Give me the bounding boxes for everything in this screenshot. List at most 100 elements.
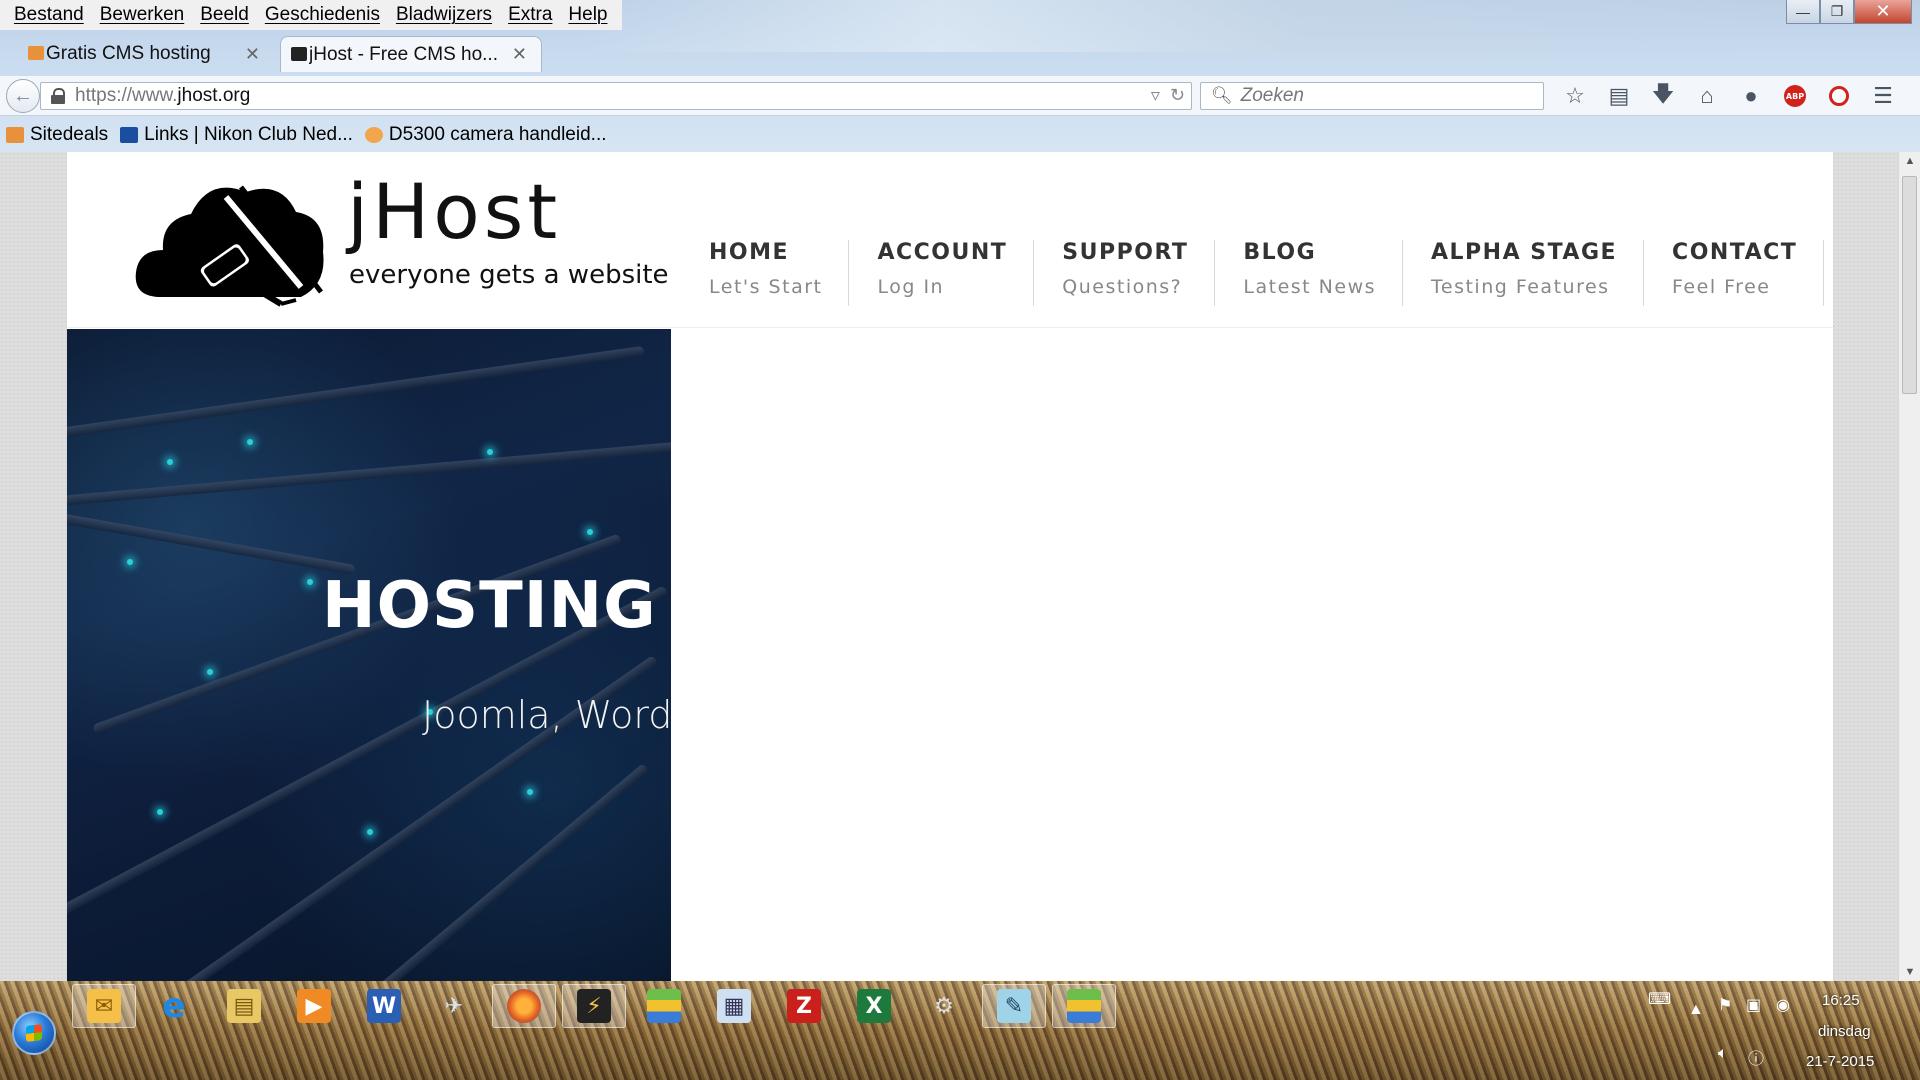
start-button[interactable] <box>12 1011 56 1055</box>
taskbar-apps: ✉ e ▤ ▶ W ✈ ⚡ ▦ Z X ⚙ ✎ <box>72 984 1116 1028</box>
bluestacks-icon[interactable] <box>632 984 696 1028</box>
lightning-app-icon[interactable]: ⚡ <box>562 984 626 1028</box>
download-icon[interactable]: 🡇 <box>1644 80 1682 112</box>
bookmark-sitedeals[interactable]: Sitedeals <box>6 124 108 146</box>
site-tagline: everyone gets a website <box>349 260 669 290</box>
nav-account[interactable]: ACCOUNT Log In <box>849 240 1035 306</box>
camera-favicon-icon <box>364 127 383 143</box>
nav-title: SUPPORT <box>1062 240 1189 265</box>
chat-icon[interactable]: ● <box>1732 80 1770 112</box>
notepad-app-icon[interactable]: ✎ <box>982 984 1046 1028</box>
network-icon[interactable]: ▣ <box>1746 995 1761 1015</box>
nav-alpha-stage[interactable]: ALPHA STAGE Testing Features <box>1403 240 1645 306</box>
browser-chrome: Bestand Bewerken Beeld Geschiedenis Blad… <box>0 0 1920 152</box>
flag-icon[interactable]: ⚑ <box>1718 995 1732 1015</box>
site-logo-title[interactable]: jHost <box>347 174 561 250</box>
nav-subtitle: Testing Features <box>1431 276 1610 298</box>
calculator-icon[interactable]: ▦ <box>702 984 766 1028</box>
toolbar-icons: ☆ ▤ 🡇 ⌂ ● ABP ☰ <box>1556 80 1902 112</box>
filezilla-icon[interactable]: Z <box>772 984 836 1028</box>
volume-icon[interactable]: 🔈︎ <box>1718 1045 1728 1063</box>
home-icon[interactable]: ⌂ <box>1688 80 1726 112</box>
bluestacks-2-icon[interactable] <box>1052 984 1116 1028</box>
sitedeals-favicon-icon <box>6 127 24 143</box>
menu-bar: Bestand Bewerken Beeld Geschiedenis Blad… <box>0 0 622 30</box>
word-icon[interactable]: W <box>352 984 416 1028</box>
hero-subtitle: Joomla, Word <box>422 693 671 737</box>
search-input[interactable]: 🔍︎ Zoeken <box>1200 82 1544 110</box>
internet-explorer-icon[interactable]: e <box>142 984 206 1028</box>
adblock-label: ABP <box>1784 85 1806 107</box>
minimize-button[interactable]: — <box>1786 0 1820 24</box>
info-icon[interactable]: ⓘ <box>1748 1045 1764 1069</box>
close-window-button[interactable]: ✕ <box>1854 0 1912 24</box>
nav-subtitle: Questions? <box>1062 276 1183 298</box>
tab-bar: Gratis CMS hosting ✕ jHost - Free CMS ho… <box>0 36 1920 102</box>
site-header: jHost everyone gets a website HOME Let's… <box>67 152 1833 328</box>
nav-home[interactable]: HOME Let's Start <box>697 240 850 306</box>
bookmark-nikon-club[interactable]: Links | Nikon Club Ned... <box>120 124 353 146</box>
star-icon[interactable]: ☆ <box>1556 80 1594 112</box>
menu-icon[interactable]: ☰ <box>1864 80 1902 112</box>
menu-bladwijzers[interactable]: Bladwijzers <box>388 0 500 30</box>
tab-close-icon[interactable]: ✕ <box>512 44 527 65</box>
excel-icon[interactable]: X <box>842 984 906 1028</box>
clock-time[interactable]: 16:25 <box>1822 992 1860 1009</box>
scroll-thumb[interactable] <box>1902 176 1917 394</box>
maximize-button[interactable]: ❐ <box>1820 0 1854 24</box>
nav-title: ACCOUNT <box>877 240 1008 265</box>
outlook-icon[interactable]: ✉ <box>72 984 136 1028</box>
media-player-icon[interactable]: ▶ <box>282 984 346 1028</box>
dropdown-arrow-icon[interactable]: ▿ <box>1151 85 1160 106</box>
window-controls: — ❐ ✕ <box>1786 0 1912 24</box>
address-bar[interactable]: https://www. jhost.org ▿ ↻ <box>40 82 1192 110</box>
scroll-up-icon[interactable]: ▲ <box>1899 152 1920 170</box>
adblock-icon[interactable]: ABP <box>1776 80 1814 112</box>
close-icon: ✕ <box>1875 1 1891 21</box>
reading-list-icon[interactable]: ▤ <box>1600 80 1638 112</box>
nav-subtitle: Feel Free <box>1672 276 1771 298</box>
bookmark-label: D5300 camera handleid... <box>388 124 607 145</box>
url-domain: jhost.org <box>177 85 251 106</box>
tab-jhost[interactable]: jHost - Free CMS ho... ✕ <box>280 36 542 72</box>
search-placeholder: Zoeken <box>1240 85 1304 106</box>
tab-label: jHost - Free CMS ho... <box>309 43 498 65</box>
back-arrow-icon: ← <box>13 84 33 107</box>
jhost-page: jHost everyone gets a website HOME Let's… <box>67 152 1833 981</box>
menu-extra[interactable]: Extra <box>500 0 560 30</box>
menu-geschiedenis[interactable]: Geschiedenis <box>257 0 388 30</box>
opera-icon[interactable] <box>1820 80 1858 112</box>
hero-title: HOSTING Y <box>322 569 671 643</box>
cloud-paint-roller-logo-icon[interactable] <box>131 172 331 312</box>
keyboard-icon[interactable]: ⌨ <box>1648 989 1671 1009</box>
shield-icon[interactable]: ◉ <box>1776 995 1790 1015</box>
tab-close-icon[interactable]: ✕ <box>245 44 260 65</box>
page-scrollbar[interactable]: ▲ ▼ <box>1898 152 1920 981</box>
search-icon: 🔍︎ <box>1211 86 1233 105</box>
page-viewport: jHost everyone gets a website HOME Let's… <box>0 152 1920 981</box>
reload-icon[interactable]: ↻ <box>1170 85 1185 106</box>
menu-bestand[interactable]: Bestand <box>6 0 92 30</box>
file-explorer-icon[interactable]: ▤ <box>212 984 276 1028</box>
gear-app-icon[interactable]: ⚙ <box>912 984 976 1028</box>
clock-day[interactable]: dinsdag <box>1818 1023 1871 1040</box>
airplane-app-icon[interactable]: ✈ <box>422 984 486 1028</box>
menu-help[interactable]: Help <box>560 0 615 30</box>
firefox-icon[interactable] <box>492 984 556 1028</box>
menu-bewerken[interactable]: Bewerken <box>92 0 193 30</box>
nav-blog[interactable]: BLOG Latest News <box>1215 240 1404 306</box>
nav-title: HOME <box>709 240 790 265</box>
bookmark-label: Links | Nikon Club Ned... <box>144 124 353 145</box>
ncn-favicon-icon <box>120 127 139 143</box>
jhost-favicon-icon <box>291 47 307 61</box>
scroll-down-icon[interactable]: ▼ <box>1899 963 1920 981</box>
nav-support[interactable]: SUPPORT Questions? <box>1034 240 1216 306</box>
clock-date[interactable]: 21-7-2015 <box>1806 1053 1874 1070</box>
nav-contact[interactable]: CONTACT Feel Free <box>1644 240 1825 306</box>
bookmark-d5300[interactable]: D5300 camera handleid... <box>364 124 607 146</box>
back-button[interactable]: ← <box>6 79 40 113</box>
hero-banner: HOSTING Y Joomla, Word <box>67 329 671 981</box>
tab-gratis-cms-hosting[interactable]: Gratis CMS hosting ✕ <box>18 36 274 72</box>
tray-expand-icon[interactable]: ▲ <box>1688 1001 1704 1019</box>
menu-beeld[interactable]: Beeld <box>192 0 257 30</box>
